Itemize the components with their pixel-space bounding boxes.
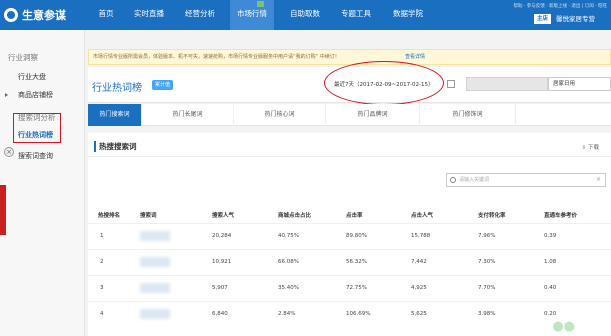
page-header: 行业热词榜 累计值 最近7天（2017-02-09~2017-02-15） 居家… xyxy=(88,61,611,105)
calendar-icon[interactable] xyxy=(447,80,455,88)
download-button[interactable]: ⇩ 下载 xyxy=(582,143,599,151)
table-row[interactable]: 4 6,840 2.84% 106.69% 5,625 3.98% 0.20 xyxy=(88,301,611,327)
cell-ctr: 89.80% xyxy=(346,233,367,239)
col-keyword: 搜索词 xyxy=(140,213,157,219)
shop-tag: 主店 xyxy=(534,14,552,24)
cell-conversion: 3.98% xyxy=(478,311,496,317)
nav-home[interactable]: 首页 xyxy=(92,0,120,30)
cell-ctr: 72.75% xyxy=(346,285,367,291)
cell-mall-ratio: 35.40% xyxy=(278,285,299,291)
sidebar-item-query[interactable]: 搜索词查询 xyxy=(18,151,53,161)
section-header: 热搜搜索词 ⇩ 下载 xyxy=(88,133,611,157)
tab-bar: 热门搜索词 热门长尾词 热门核心词 热门品牌词 热门修饰词 xyxy=(88,104,611,126)
top-links[interactable]: 帮助 · 参与反馈 · 新版上线 · 退出 | 订阅 · 旺旺 xyxy=(513,3,607,9)
highlight-box xyxy=(13,113,61,143)
side-promo-strip[interactable] xyxy=(0,185,6,235)
table-row[interactable]: 1 20,284 40.75% 89.80% 15,788 7.96% 0.39 xyxy=(88,223,611,249)
logo-text: 生意参谋 xyxy=(22,9,66,22)
col-mall-ratio[interactable]: 商城点击占比 xyxy=(278,211,311,219)
table-header: 热搜排名 搜索词 搜索人气 商城点击占比 点击率 点击人气 支付转化率 直通车参… xyxy=(88,207,611,223)
caret-right-icon xyxy=(5,93,8,97)
top-nav-bar: 生意参谋 首页 实时直播 经营分析 市场行情 自助取数 专题工具 数据学院 帮助… xyxy=(0,0,611,30)
cell-rank: 3 xyxy=(100,285,104,291)
cell-conversion: 7.70% xyxy=(478,285,496,291)
blurred-keyword[interactable] xyxy=(140,283,170,293)
cell-popularity: 6,840 xyxy=(212,311,228,317)
page-title: 行业热词榜 xyxy=(92,83,142,94)
search-placeholder: 请输入关键词 xyxy=(459,177,490,183)
search-icon xyxy=(450,177,456,183)
cell-ztc: 0.40 xyxy=(544,285,557,291)
cell-ztc: 1.08 xyxy=(544,259,557,265)
hot-search-section: 热搜搜索词 ⇩ 下载 请输入关键词 × 热搜排名 搜索词 搜索人气 商城点击占比… xyxy=(88,133,611,336)
nav-market[interactable]: 市场行情 xyxy=(230,0,274,30)
cell-rank: 1 xyxy=(100,233,104,239)
cell-conversion: 7.96% xyxy=(478,233,496,239)
close-icon[interactable]: × xyxy=(4,147,14,157)
col-rank[interactable]: 热搜排名 xyxy=(98,211,120,219)
keyword-search-input[interactable]: 请输入关键词 × xyxy=(446,173,606,187)
sidebar-item-daipan[interactable]: 行业大盘 xyxy=(18,72,46,82)
col-ctr[interactable]: 点击率 xyxy=(346,211,363,219)
section-title: 热搜搜索词 xyxy=(94,141,137,152)
notice-bar: 市场行情专业版所需会员，体验版本、机不可失，速速抢购，市场行情专业版服务中用户请… xyxy=(88,49,611,65)
cell-mall-ratio: 2.84% xyxy=(278,311,296,317)
date-range-selector[interactable]: 最近7天（2017-02-09~2017-02-15） xyxy=(334,80,434,88)
tab-core[interactable]: 热门核心词 xyxy=(234,104,326,126)
cell-click-pop: 4,925 xyxy=(411,285,427,291)
sidebar: 行业洞察 行业大盘 商品店铺榜 搜索词分析 行业热词榜 搜索词查询 × xyxy=(0,30,85,336)
download-label: 下载 xyxy=(587,145,599,151)
cell-rank: 2 xyxy=(100,259,104,265)
cell-popularity: 10,921 xyxy=(212,259,232,265)
blurred-keyword[interactable] xyxy=(140,309,170,319)
cumulative-badge: 累计值 xyxy=(152,80,174,90)
cell-ztc: 0.20 xyxy=(544,311,557,317)
tab-brand[interactable]: 热门品牌词 xyxy=(326,104,420,126)
table-row[interactable]: 3 5,907 35.40% 72.75% 4,925 7.70% 0.40 xyxy=(88,275,611,301)
cell-popularity: 20,284 xyxy=(212,233,232,239)
cell-mall-ratio: 40.75% xyxy=(278,233,299,239)
new-badge-icon xyxy=(257,1,264,7)
cell-ctr: 56.32% xyxy=(346,259,367,265)
nav-academy[interactable]: 数据学院 xyxy=(388,0,428,30)
nav-tools[interactable]: 专题工具 xyxy=(336,0,376,30)
clear-icon[interactable]: × xyxy=(596,176,601,183)
cell-ctr: 106.69% xyxy=(346,311,371,317)
col-ztc-price[interactable]: 直通车参考价 xyxy=(544,211,577,219)
category-selector[interactable] xyxy=(466,77,548,91)
sidebar-item-shop-rank[interactable]: 商品店铺榜 xyxy=(18,90,53,100)
blurred-keyword[interactable] xyxy=(140,231,170,241)
notice-text: 市场行情专业版所需会员，体验版本、机不可失，速速抢购，市场行情专业版服务中用户请… xyxy=(93,54,340,60)
app-logo[interactable]: 生意参谋 xyxy=(4,6,66,24)
table-row[interactable]: 2 10,921 66.08% 56.32% 7,442 7.30% 1.08 xyxy=(88,249,611,275)
nav-live[interactable]: 实时直播 xyxy=(130,0,168,30)
sidebar-group-industry: 行业洞察 xyxy=(8,53,38,62)
watermark-logo: ●● xyxy=(552,319,575,334)
cell-mall-ratio: 66.08% xyxy=(278,259,299,265)
cell-rank: 4 xyxy=(100,311,104,317)
nav-self-data[interactable]: 自助取数 xyxy=(284,0,326,30)
tab-hot-search[interactable]: 热门搜索词 xyxy=(88,104,142,126)
cell-click-pop: 15,788 xyxy=(411,233,431,239)
notice-link[interactable]: 查看详情 xyxy=(405,53,425,60)
cell-conversion: 7.30% xyxy=(478,259,496,265)
tab-long-tail[interactable]: 热门长尾词 xyxy=(142,104,234,126)
cell-popularity: 5,907 xyxy=(212,285,228,291)
cell-click-pop: 7,442 xyxy=(411,259,427,265)
shop-name[interactable]: 馨悦家居专营 xyxy=(556,14,595,24)
col-click-pop[interactable]: 点击人气 xyxy=(411,211,433,219)
col-conversion[interactable]: 支付转化率 xyxy=(478,211,506,219)
industry-select[interactable]: 居家日用 xyxy=(548,77,611,91)
cell-click-pop: 5,625 xyxy=(411,311,427,317)
col-popularity[interactable]: 搜索人气 xyxy=(212,211,234,219)
logo-icon xyxy=(4,8,18,22)
tab-modifier[interactable]: 热门修饰词 xyxy=(420,104,516,126)
cell-ztc: 0.39 xyxy=(544,233,557,239)
blurred-keyword[interactable] xyxy=(140,257,170,267)
nav-business[interactable]: 经营分析 xyxy=(180,0,220,30)
